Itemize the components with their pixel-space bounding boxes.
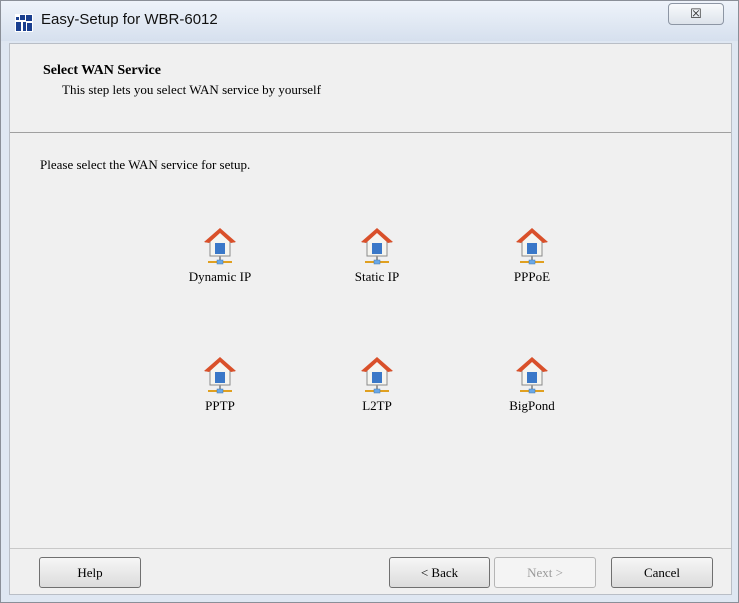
window-title: Easy-Setup for WBR-6012 bbox=[41, 11, 218, 28]
service-option-static-ip[interactable]: Static IP bbox=[317, 227, 437, 285]
app-icon bbox=[15, 14, 33, 32]
service-label: PPTP bbox=[205, 398, 235, 413]
service-label: Static IP bbox=[354, 269, 400, 284]
house-network-icon bbox=[361, 357, 393, 394]
close-icon: ☒ bbox=[690, 6, 702, 21]
help-button[interactable]: Help bbox=[39, 557, 141, 588]
footer-divider bbox=[10, 548, 731, 549]
service-label: BigPond bbox=[509, 398, 555, 413]
house-network-icon bbox=[516, 357, 548, 394]
easy-setup-window: Easy-Setup for WBR-6012 ☒ Select WAN Ser… bbox=[0, 0, 739, 603]
service-option-bigpond[interactable]: BigPond bbox=[472, 356, 592, 414]
page-subtitle: This step lets you select WAN service by… bbox=[62, 82, 321, 97]
next-button[interactable]: Next > bbox=[494, 557, 596, 588]
service-option-dynamic-ip[interactable]: Dynamic IP bbox=[160, 227, 280, 285]
instruction-text: Please select the WAN service for setup. bbox=[40, 157, 251, 172]
house-network-icon bbox=[204, 357, 236, 394]
wizard-header: Select WAN Service This step lets you se… bbox=[10, 44, 731, 133]
back-button[interactable]: < Back bbox=[389, 557, 490, 588]
service-option-pptp[interactable]: PPTP bbox=[160, 356, 280, 414]
service-option-pppoe[interactable]: PPPoE bbox=[472, 227, 592, 285]
close-button[interactable]: ☒ bbox=[668, 3, 724, 25]
house-network-icon bbox=[204, 228, 236, 265]
title-bar[interactable]: Easy-Setup for WBR-6012 ☒ bbox=[1, 1, 738, 41]
service-label: PPPoE bbox=[513, 269, 551, 284]
wizard-panel: Select WAN Service This step lets you se… bbox=[9, 43, 732, 595]
service-option-l2tp[interactable]: L2TP bbox=[317, 356, 437, 414]
service-label: L2TP bbox=[362, 398, 392, 413]
house-network-icon bbox=[361, 228, 393, 265]
house-network-icon bbox=[516, 228, 548, 265]
page-title: Select WAN Service bbox=[43, 63, 161, 78]
service-label: Dynamic IP bbox=[188, 269, 252, 284]
cancel-button[interactable]: Cancel bbox=[611, 557, 713, 588]
